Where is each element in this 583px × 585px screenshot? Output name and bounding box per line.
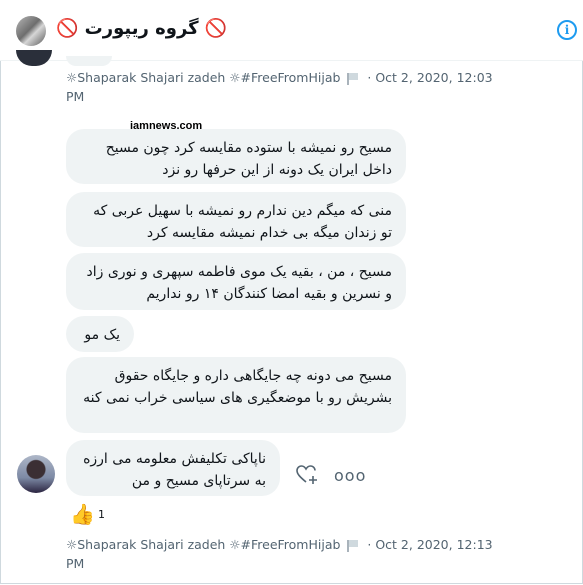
group-avatar[interactable] (16, 16, 46, 46)
message-meta-bottom: ☼Shaparak Shajari zadeh ☼#FreeFromHijab … (66, 535, 506, 573)
timestamp-cont: PM (66, 89, 85, 104)
sender-name[interactable]: ☼Shaparak Shajari zadeh ☼#FreeFromHijab (66, 70, 340, 85)
message-bubble[interactable]: مسیح می دونه چه جایگاهی داره و جایگاه حق… (66, 357, 406, 433)
conversation-header: 🚫 گروه ریپورت 🚫 i (0, 0, 583, 61)
timestamp-cont: PM (66, 556, 85, 571)
message-bubble[interactable]: یک مو (66, 316, 134, 352)
reaction-count: 1 (98, 508, 105, 521)
message-bubble[interactable]: ناپاکی تکلیفش معلومه می ارزه به سرتاپای … (66, 440, 280, 496)
message-bubble-partial (66, 56, 112, 66)
timestamp: · Oct 2, 2020, 12:13 (367, 537, 493, 552)
message-text: مسیح ، من ، بقیه یک موی فاطمه سپهری و نو… (86, 264, 392, 302)
flag-icon (347, 539, 360, 552)
timestamp: · Oct 2, 2020, 12:03 (367, 70, 493, 85)
info-icon[interactable]: i (557, 20, 577, 40)
message-text: مسیح رو نمیشه با ستوده مقایسه کرد چون مس… (105, 140, 392, 178)
more-icon[interactable]: ooo (334, 466, 366, 485)
thumbs-up-icon[interactable]: 👍 (70, 502, 95, 526)
group-title[interactable]: 🚫 گروه ریپورت 🚫 (56, 18, 227, 39)
message-text: مسیح می دونه چه جایگاهی داره و جایگاه حق… (83, 368, 392, 406)
message-meta-top: ☼Shaparak Shajari zadeh ☼#FreeFromHijab … (66, 68, 506, 106)
add-reaction-icon[interactable] (296, 465, 318, 485)
message-bubble[interactable]: مسیح ، من ، بقیه یک موی فاطمه سپهری و نو… (66, 253, 406, 310)
message-bubble[interactable]: منی که میگم دین ندارم رو نمیشه با سهیل ع… (66, 192, 406, 247)
flag-icon (347, 72, 360, 85)
message-text: منی که میگم دین ندارم رو نمیشه با سهیل ع… (93, 203, 392, 241)
avatar[interactable] (17, 455, 55, 493)
message-bubble[interactable]: مسیح رو نمیشه با ستوده مقایسه کرد چون مس… (66, 129, 406, 184)
message-text: ناپاکی تکلیفش معلومه می ارزه به سرتاپای … (83, 451, 266, 489)
message-text: یک مو (84, 327, 120, 343)
sender-name[interactable]: ☼Shaparak Shajari zadeh ☼#FreeFromHijab (66, 537, 340, 552)
